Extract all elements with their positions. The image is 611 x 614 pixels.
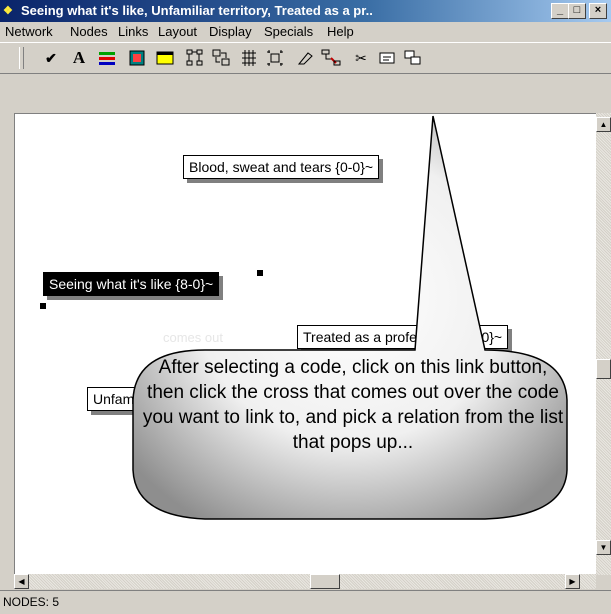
layout-arrange-icon[interactable] xyxy=(210,48,232,68)
network-app-icon: ❖ xyxy=(3,5,13,17)
toolbar: ✔ A ✂ xyxy=(0,42,611,74)
callout-text: After selecting a code, click on this li… xyxy=(142,357,564,453)
layout-cluster-icon[interactable] xyxy=(264,48,286,68)
horizontal-scrollbar[interactable]: ◀ ▶ xyxy=(14,574,596,589)
copy-nodes-icon[interactable] xyxy=(402,48,424,68)
minimize-button[interactable]: _ xyxy=(551,3,569,19)
line-color-icon[interactable] xyxy=(96,48,118,68)
menu-display[interactable]: Display xyxy=(209,24,252,39)
link-icon[interactable] xyxy=(320,48,342,68)
window-title: Seeing what it's like, Unfamiliar territ… xyxy=(21,3,373,18)
menu-network[interactable]: Network xyxy=(5,24,53,39)
vertical-scrollbar[interactable]: ▲ ▼ xyxy=(596,113,611,575)
yellow-box-icon[interactable] xyxy=(154,48,176,68)
toolbar-grip[interactable] xyxy=(19,47,24,69)
layout-grid-icon[interactable] xyxy=(238,48,260,68)
menu-help[interactable]: Help xyxy=(327,24,354,39)
font-icon[interactable]: A xyxy=(68,48,90,68)
title-bar[interactable]: ❖ Seeing what it's like, Unfamiliar terr… xyxy=(0,0,611,22)
network-canvas[interactable]: Blood, sweat and tears {0-0}~ Seeing wha… xyxy=(14,113,597,575)
check-icon[interactable]: ✔ xyxy=(40,48,62,68)
layout-tree-icon[interactable] xyxy=(184,48,206,68)
scroll-corner xyxy=(596,575,611,590)
scroll-down-arrow-icon[interactable]: ▼ xyxy=(596,540,611,555)
callout-bubble xyxy=(132,115,568,520)
menu-layout[interactable]: Layout xyxy=(158,24,197,39)
card-icon[interactable] xyxy=(376,48,398,68)
scroll-up-arrow-icon[interactable]: ▲ xyxy=(596,117,611,132)
eraser-icon[interactable] xyxy=(294,48,316,68)
scroll-right-arrow-icon[interactable]: ▶ xyxy=(565,574,580,589)
vertical-scroll-thumb[interactable] xyxy=(596,359,611,379)
menu-links[interactable]: Links xyxy=(118,24,148,39)
scroll-left-arrow-icon[interactable]: ◀ xyxy=(14,574,29,589)
maximize-button[interactable]: □ xyxy=(568,3,586,19)
status-text: NODES: 5 xyxy=(3,595,60,609)
menu-specials[interactable]: Specials xyxy=(264,24,313,39)
status-bar: NODES: 5 xyxy=(0,590,611,614)
horizontal-scroll-thumb[interactable] xyxy=(310,574,340,589)
menu-bar: Network Nodes Links Layout Display Speci… xyxy=(0,22,611,42)
close-button[interactable]: × xyxy=(589,3,607,19)
fill-color-icon[interactable] xyxy=(126,48,148,68)
cut-icon[interactable]: ✂ xyxy=(350,48,372,68)
menu-nodes[interactable]: Nodes xyxy=(70,24,108,39)
